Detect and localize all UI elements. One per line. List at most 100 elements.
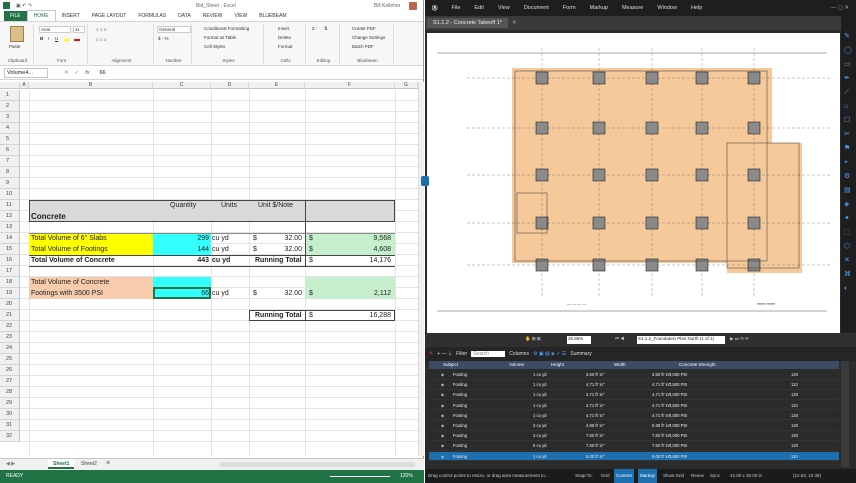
markup-tool-icons[interactable]: ✎ — [429, 351, 433, 357]
paste-icon[interactable] — [10, 26, 24, 42]
nav-tool-icons[interactable]: ✋ ⊞ ⊠ — [525, 336, 541, 342]
italic-button[interactable]: I — [48, 36, 49, 41]
snap-content[interactable]: Content — [614, 469, 634, 483]
footing-markup[interactable] — [645, 71, 659, 85]
menu-edit[interactable]: Edit — [467, 5, 490, 11]
col-width[interactable]: Width — [614, 362, 626, 367]
footing-markup[interactable] — [592, 216, 606, 230]
format-as-table-button[interactable]: Format as Table — [204, 35, 236, 40]
col-height[interactable]: Height — [551, 362, 564, 367]
row-header[interactable]: 10 — [0, 189, 20, 200]
row-header[interactable]: 2 — [0, 101, 20, 112]
split-handle-icon[interactable] — [421, 176, 429, 186]
col-subject[interactable]: Subject — [443, 362, 458, 367]
menu-measure[interactable]: Measure — [615, 5, 650, 11]
column-header[interactable]: B — [29, 82, 153, 89]
tab-file[interactable]: FILE — [4, 11, 27, 21]
drawing-canvas[interactable]: — — — — ═══ ═══ — [427, 33, 840, 333]
row-header[interactable]: 14 — [0, 233, 20, 244]
zoom-field[interactable]: 26.85% — [567, 336, 591, 344]
change-settings-button[interactable]: Change Settings — [352, 35, 385, 40]
row-header[interactable]: 1 — [0, 90, 20, 101]
row-header[interactable]: 3 — [0, 112, 20, 123]
autosum-icon[interactable]: Σ · — [312, 26, 318, 31]
underline-button[interactable]: U — [55, 36, 58, 41]
column-header[interactable]: E — [249, 82, 305, 89]
footing-markup[interactable] — [535, 121, 549, 135]
menu-document[interactable]: Document — [517, 5, 556, 11]
row-header[interactable]: 12 — [0, 211, 20, 222]
row-header[interactable]: 30 — [0, 409, 20, 420]
row-header[interactable]: 25 — [0, 354, 20, 365]
menu-window[interactable]: Window — [650, 5, 684, 11]
tab-page-layout[interactable]: PAGE LAYOUT — [86, 11, 133, 21]
row-header[interactable]: 21 — [0, 310, 20, 321]
row-header[interactable]: 7 — [0, 156, 20, 167]
row-header[interactable]: 26 — [0, 365, 20, 376]
tab-formulas[interactable]: FORMULAS — [132, 11, 172, 21]
footing-markup[interactable] — [592, 121, 606, 135]
column-header[interactable]: C — [153, 82, 211, 89]
page-nav-next-icons[interactable]: ▶ ⏭ ⟲ ⟳ — [730, 336, 749, 342]
menu-file[interactable]: File — [445, 5, 468, 11]
row-header[interactable]: 17 — [0, 266, 20, 277]
tab-home[interactable]: HOME — [26, 10, 56, 21]
batch-pdf-button[interactable]: Batch PDF — [352, 44, 374, 49]
row-header[interactable]: 20 — [0, 299, 20, 310]
wrap-icons[interactable]: ≡ ≡ ≡ — [96, 37, 106, 42]
row-header[interactable]: 16 — [0, 255, 20, 266]
row-header[interactable]: 6 — [0, 145, 20, 156]
zoom-level[interactable]: 120% — [400, 470, 413, 483]
col-volume[interactable]: Volume — [509, 362, 524, 367]
footing-markup[interactable] — [747, 121, 761, 135]
menu-help[interactable]: Help — [684, 5, 709, 11]
align-icons[interactable]: ≡ ≡ ≡ — [96, 27, 106, 32]
snap-markup[interactable]: Markup — [638, 469, 658, 483]
bluebeam-logo-icon[interactable]: Ⓡ — [425, 4, 445, 12]
snap-grid[interactable]: Grid — [601, 469, 610, 483]
row-header[interactable]: 15 — [0, 244, 20, 255]
paste-button[interactable]: Paste — [9, 44, 21, 49]
reuse[interactable]: Reuse — [691, 469, 704, 483]
row-header[interactable]: 29 — [0, 398, 20, 409]
show-grid[interactable]: Show Grid — [663, 469, 684, 483]
footing-markup[interactable] — [747, 168, 761, 182]
tab-review[interactable]: REVIEW — [197, 11, 229, 21]
row-header[interactable]: 9 — [0, 178, 20, 189]
footing-markup[interactable] — [535, 216, 549, 230]
menu-form[interactable]: Form — [556, 5, 583, 11]
toolbar-icons[interactable]: ✎ ◯ ▭ ✒ ⟋ ⌂ ☐ ✂ ⚑ ⌖ ⚙ ▤ ◈ ✦ ⬚ ⬡ ✕ ⌘ ◐ — [844, 30, 854, 296]
currency-button[interactable]: $ - % — [158, 36, 169, 41]
document-tab[interactable]: S1.1.2 - Concrete Takeoff 1* — [427, 18, 508, 28]
footing-markup[interactable] — [747, 71, 761, 85]
column-header[interactable]: D — [211, 82, 249, 89]
markup-row[interactable]: ◆ Footing 2 cu yd 4.96 ft' in" 6.39 ft' in" 4… — [429, 421, 839, 431]
column-header[interactable]: G — [395, 82, 418, 89]
markup-action-icons[interactable]: ⚙ ▣ ▤ ◈ ✓ ☰ — [533, 351, 566, 357]
sheet-tab-1[interactable]: Sheet1 — [48, 459, 75, 469]
user-avatar[interactable] — [409, 2, 417, 10]
markup-row[interactable]: ◆ Footing 6 cu yd 7.50 ft' in" 7.50 ft' in" 4… — [429, 441, 839, 451]
markup-row[interactable]: ◆ Footing 1 cu yd 4.71 ft' in" 4.71 ft' in" 4… — [429, 390, 839, 400]
tab-bluebeam[interactable]: BLUEBEAM — [253, 11, 292, 21]
row-header[interactable]: 19 — [0, 288, 20, 299]
row-header[interactable]: 8 — [0, 167, 20, 178]
col-strength[interactable]: Concrete Strength — [679, 362, 716, 367]
tab-view[interactable]: VIEW — [228, 11, 253, 21]
format-button[interactable]: Format — [278, 44, 292, 49]
column-header[interactable]: F — [305, 82, 395, 89]
number-format-select[interactable]: General — [157, 26, 191, 33]
tab-data[interactable]: DATA — [172, 11, 197, 21]
fill-color-icon[interactable] — [64, 36, 70, 41]
close-tab-icon[interactable]: ✕ — [512, 20, 517, 26]
column-header[interactable]: A — [20, 82, 29, 89]
filter-button[interactable]: Filter — [456, 351, 467, 357]
formula-input[interactable]: 66 — [100, 70, 106, 76]
enter-icon[interactable]: ✓ — [75, 70, 80, 76]
add-sheet-icon[interactable]: ⊕ — [106, 460, 110, 466]
row-header[interactable]: 4 — [0, 123, 20, 134]
sort-filter-icon[interactable]: ⇅ — [324, 26, 328, 32]
footing-markup[interactable] — [747, 216, 761, 230]
menu-view[interactable]: View — [491, 5, 517, 11]
qty-3500[interactable]: 66 — [153, 288, 209, 299]
